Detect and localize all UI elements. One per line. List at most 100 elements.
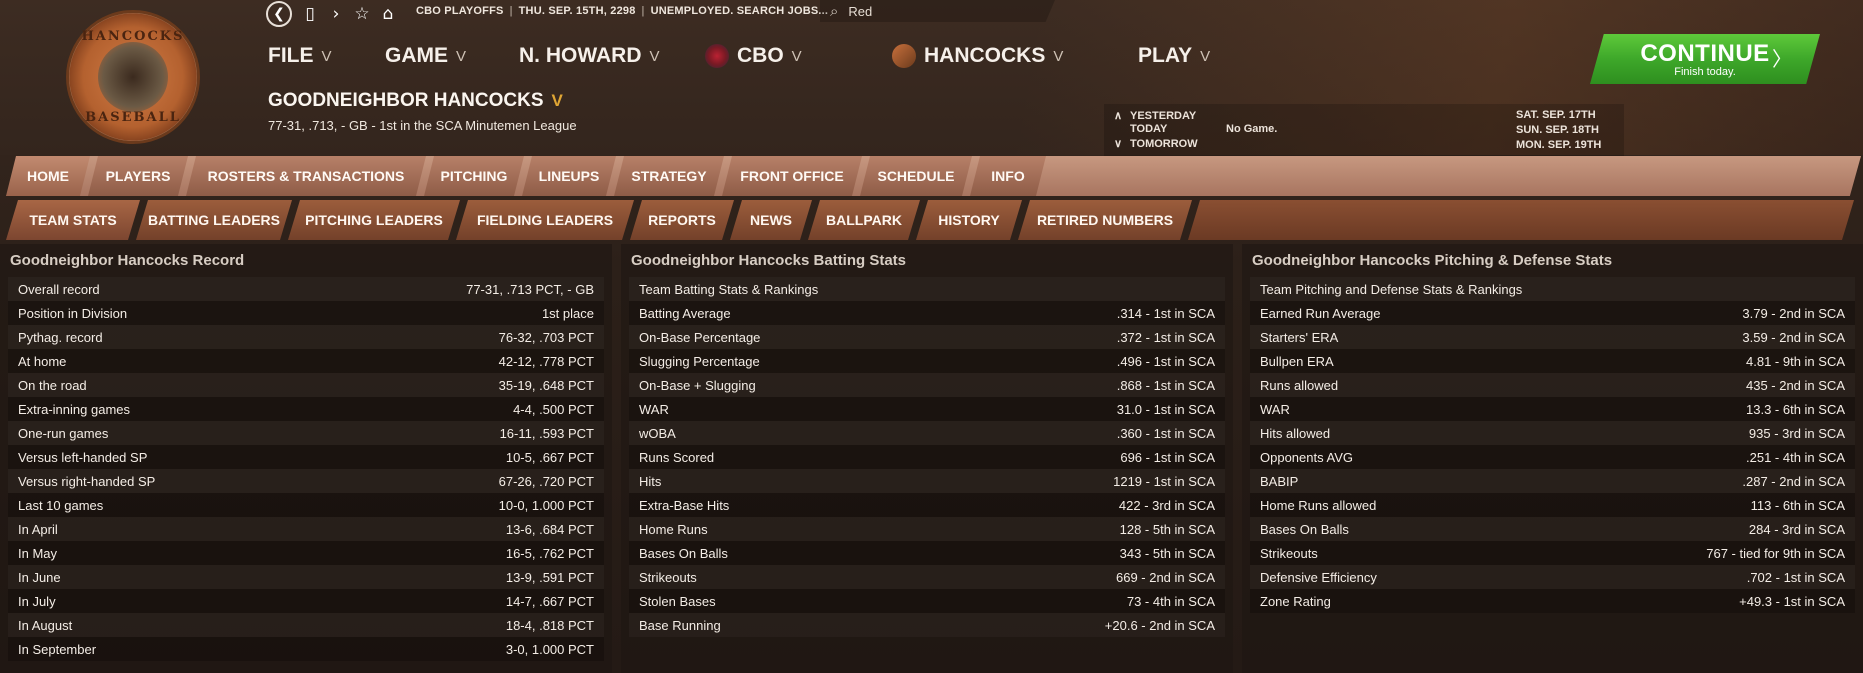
- tab-ballpark[interactable]: BALLPARK: [808, 200, 920, 240]
- tab-fielding-leaders[interactable]: FIELDING LEADERS: [456, 200, 634, 240]
- stat-row: Strikeouts 669 - 2nd in SCA: [629, 565, 1225, 589]
- stat-value: 422 - 3rd in SCA: [1118, 497, 1215, 513]
- back-icon[interactable]: ❮: [266, 1, 292, 27]
- menu-team[interactable]: HANCOCKS V: [892, 44, 1063, 68]
- upcoming-date[interactable]: MON. SEP. 19TH: [1516, 138, 1601, 153]
- stat-row: Opponents AVG .251 - 4th in SCA: [1250, 445, 1855, 469]
- stat-row: Last 10 games 10-0, 1.000 PCT: [8, 493, 604, 517]
- stat-value: .314 - 1st in SCA: [1116, 305, 1215, 321]
- tab-history[interactable]: HISTORY: [916, 200, 1022, 240]
- tab-info[interactable]: INFO: [970, 156, 1046, 196]
- chevron-up-icon: ∧: [1114, 110, 1123, 122]
- team-name-dropdown[interactable]: GOODNEIGHBOR HANCOCKS V: [268, 90, 563, 112]
- tab-retired-numbers[interactable]: RETIRED NUMBERS: [1018, 200, 1192, 240]
- continue-button[interactable]: CONTINUE Finish today. 〉: [1590, 34, 1820, 84]
- stat-value: 696 - 1st in SCA: [1120, 449, 1215, 465]
- top-header: HANCOCKS BASEBALL ❮ ▯ › ☆ ⌂ CBO PLAYOFFS…: [0, 0, 1863, 156]
- job-status-link[interactable]: UNEMPLOYED. SEARCH JOBS...: [651, 5, 829, 17]
- stat-label: Versus left-handed SP: [18, 449, 148, 465]
- stat-value: 669 - 2nd in SCA: [1115, 569, 1215, 585]
- menu-manager[interactable]: N. HOWARD V: [519, 44, 660, 68]
- stat-row: Runs Scored 696 - 1st in SCA: [629, 445, 1225, 469]
- stat-value: 13-9, .591 PCT: [505, 569, 594, 585]
- menu-game[interactable]: GAME V: [385, 44, 466, 68]
- stat-row: Bases On Balls 284 - 3rd in SCA: [1250, 517, 1855, 541]
- stat-value: 10-0, 1.000 PCT: [498, 497, 594, 513]
- tab-batting-leaders[interactable]: BATTING LEADERS: [136, 200, 292, 240]
- stat-row: WAR 13.3 - 6th in SCA: [1250, 397, 1855, 421]
- stat-row: In June 13-9, .591 PCT: [8, 565, 604, 589]
- stat-label: Last 10 games: [18, 497, 104, 513]
- hancocks-logo-icon: [892, 44, 916, 68]
- primary-tabs: HOME PLAYERS ROSTERS & TRANSACTIONS PITC…: [0, 156, 1863, 196]
- tab-front-office[interactable]: FRONT OFFICE: [722, 156, 862, 196]
- tab-pitching[interactable]: PITCHING: [424, 156, 524, 196]
- stat-label: At home: [18, 353, 67, 369]
- chevron-down-icon: V: [321, 47, 332, 65]
- tab-strategy[interactable]: STRATEGY: [614, 156, 724, 196]
- stat-value: 16-5, .762 PCT: [505, 545, 594, 561]
- tab-news[interactable]: NEWS: [730, 200, 812, 240]
- cbo-logo-icon: [705, 44, 729, 68]
- stat-row: On-Base + Slugging .868 - 1st in SCA: [629, 373, 1225, 397]
- stat-row: Runs allowed 435 - 2nd in SCA: [1250, 373, 1855, 397]
- stat-row: On the road 35-19, .648 PCT: [8, 373, 604, 397]
- stat-label: Starters' ERA: [1260, 329, 1339, 345]
- tab-team-stats[interactable]: TEAM STATS: [6, 200, 140, 240]
- menu-label: N. HOWARD: [519, 44, 642, 67]
- tab-pitching-leaders[interactable]: PITCHING LEADERS: [288, 200, 460, 240]
- stat-value: 77-31, .713 PCT, - GB: [466, 281, 594, 297]
- game-date: THU. SEP. 15TH, 2298: [518, 5, 636, 17]
- stat-row: Position in Division 1st place: [8, 301, 604, 325]
- schedule-tomorrow[interactable]: ∨ TOMORROW: [1114, 137, 1198, 151]
- search-box[interactable]: ⌕: [820, 0, 1055, 22]
- stat-label: Bullpen ERA: [1260, 353, 1334, 369]
- secondary-tabs: TEAM STATS BATTING LEADERS PITCHING LEAD…: [0, 200, 1863, 240]
- logo-emblem: [98, 42, 168, 112]
- stat-value: .868 - 1st in SCA: [1116, 377, 1215, 393]
- stat-value: 42-12, .778 PCT: [498, 353, 594, 369]
- stat-label: Zone Rating: [1260, 593, 1331, 609]
- forward-icon[interactable]: ›: [328, 4, 344, 24]
- tab-rosters[interactable]: ROSTERS & TRANSACTIONS: [186, 156, 426, 196]
- menu-league[interactable]: CBO V: [705, 44, 802, 68]
- menu-file[interactable]: FILE V: [268, 44, 332, 68]
- tab-lineups[interactable]: LINEUPS: [522, 156, 616, 196]
- team-logo[interactable]: HANCOCKS BASEBALL: [66, 10, 200, 144]
- schedule-panel: ∧ YESTERDAY TODAY ∨ TOMORROW No Game. SAT.…: [1104, 104, 1624, 156]
- stat-label: Bases On Balls: [639, 545, 728, 561]
- tab-reports[interactable]: REPORTS: [630, 200, 734, 240]
- stat-row: Bullpen ERA 4.81 - 9th in SCA: [1250, 349, 1855, 373]
- stat-label: WAR: [1260, 401, 1290, 417]
- stat-row: Zone Rating +49.3 - 1st in SCA: [1250, 589, 1855, 613]
- logo-text-top: HANCOCKS: [81, 29, 185, 44]
- chevron-down-icon: V: [649, 47, 660, 65]
- status-line: CBO PLAYOFFS | THU. SEP. 15TH, 2298 | UNEMPL…: [416, 5, 829, 17]
- menu-play[interactable]: PLAY V: [1138, 44, 1210, 68]
- stat-row: In May 16-5, .762 PCT: [8, 541, 604, 565]
- search-input[interactable]: [848, 3, 1019, 19]
- stat-value: 10-5, .667 PCT: [505, 449, 594, 465]
- stat-row: Versus right-handed SP 67-26, .720 PCT: [8, 469, 604, 493]
- stat-value: 113 - 6th in SCA: [1750, 497, 1845, 513]
- tab-home[interactable]: HOME: [6, 156, 90, 196]
- schedule-yesterday[interactable]: ∧ YESTERDAY: [1114, 109, 1196, 123]
- stat-row: Pythag. record 76-32, .703 PCT: [8, 325, 604, 349]
- upcoming-date[interactable]: SAT. SEP. 17TH: [1516, 108, 1601, 123]
- tab-players[interactable]: PLAYERS: [88, 156, 188, 196]
- page-icon[interactable]: ▯: [302, 4, 318, 24]
- schedule-today[interactable]: TODAY: [1114, 123, 1167, 135]
- stat-row: Extra-Base Hits 422 - 3rd in SCA: [629, 493, 1225, 517]
- tab-schedule[interactable]: SCHEDULE: [860, 156, 972, 196]
- upcoming-date[interactable]: SUN. SEP. 18TH: [1516, 123, 1601, 138]
- star-icon[interactable]: ☆: [354, 4, 370, 24]
- stat-label: In June: [18, 569, 61, 585]
- stat-value: 3-0, 1.000 PCT: [505, 641, 594, 657]
- stat-row: In September 3-0, 1.000 PCT: [8, 637, 604, 661]
- home-icon[interactable]: ⌂: [380, 4, 396, 24]
- stat-label: In April: [18, 521, 58, 537]
- panel-title: Goodneighbor Hancocks Batting Stats: [631, 252, 907, 269]
- menu-label: CBO: [737, 44, 784, 67]
- league-status[interactable]: CBO PLAYOFFS: [416, 5, 504, 17]
- stat-label: Team Batting Stats & Rankings: [639, 281, 819, 297]
